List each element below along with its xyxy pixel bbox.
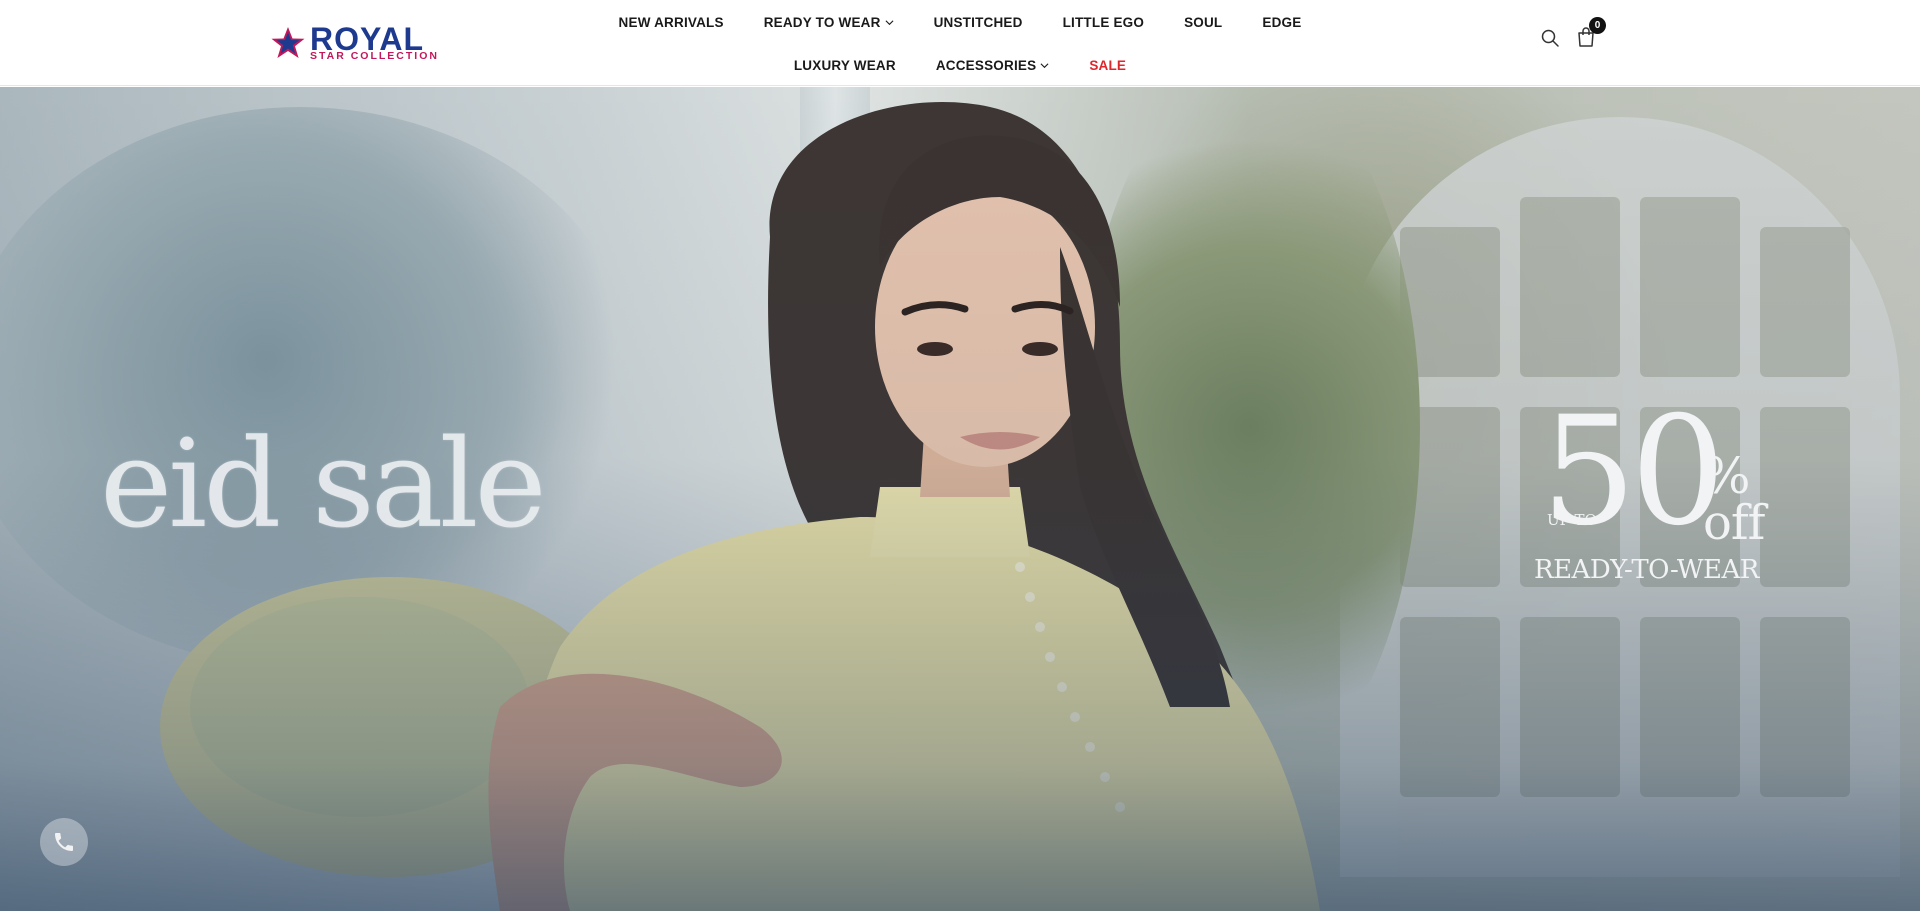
nav-accessories[interactable]: ACCESSORIES <box>936 58 1049 73</box>
nav-soul[interactable]: SOUL <box>1184 15 1222 30</box>
nav-luxury-wear[interactable]: LUXURY WEAR <box>794 58 896 73</box>
nav-label: ACCESSORIES <box>935 57 1037 73</box>
discount-promo: UP TO 50 % off READY-TO-WEAR <box>1534 397 1775 587</box>
promo-category: READY-TO-WEAR <box>1534 555 1759 585</box>
shopping-bag-icon[interactable]: 0 <box>1576 17 1606 50</box>
promo-suffix: off <box>1703 495 1765 551</box>
nav-label: UNSTITCHED <box>933 14 1023 30</box>
chevron-down-icon <box>1040 62 1049 68</box>
hero-headline: eid sale <box>100 413 547 555</box>
phone-icon[interactable] <box>40 818 88 866</box>
nav-new-arrivals[interactable]: NEW ARRIVALS <box>619 15 724 30</box>
header-actions: 0 <box>1540 17 1606 52</box>
nav-label: READY TO WEAR <box>763 14 881 30</box>
promo-percent-sign: % <box>1703 447 1751 505</box>
chevron-down-icon <box>885 19 894 25</box>
search-icon[interactable] <box>1540 28 1564 52</box>
nav-label: EDGE <box>1262 14 1302 30</box>
site-header: ROYAL STAR COLLECTION NEW ARRIVALS READY… <box>0 0 1920 86</box>
nav-edge[interactable]: EDGE <box>1262 15 1301 30</box>
nav-label: SOUL <box>1184 14 1223 30</box>
nav-sale[interactable]: SALE <box>1089 58 1126 73</box>
nav-unstitched[interactable]: UNSTITCHED <box>934 15 1023 30</box>
cart-count-badge: 0 <box>1589 17 1606 34</box>
main-nav-row-1: NEW ARRIVALS READY TO WEAR UNSTITCHED LI… <box>0 11 1920 33</box>
nav-label: SALE <box>1089 57 1127 73</box>
nav-ready-to-wear[interactable]: READY TO WEAR <box>764 15 894 30</box>
hero-banner[interactable]: eid sale UP TO 50 % off READY-TO-WEAR <box>0 87 1920 911</box>
nav-label: LITTLE EGO <box>1062 14 1145 30</box>
nav-label: LUXURY WEAR <box>793 57 896 73</box>
main-nav-row-2: LUXURY WEAR ACCESSORIES SALE <box>0 54 1920 76</box>
nav-label: NEW ARRIVALS <box>618 14 724 30</box>
promo-amount: 50 <box>1541 385 1726 559</box>
nav-little-ego[interactable]: LITTLE EGO <box>1063 15 1145 30</box>
